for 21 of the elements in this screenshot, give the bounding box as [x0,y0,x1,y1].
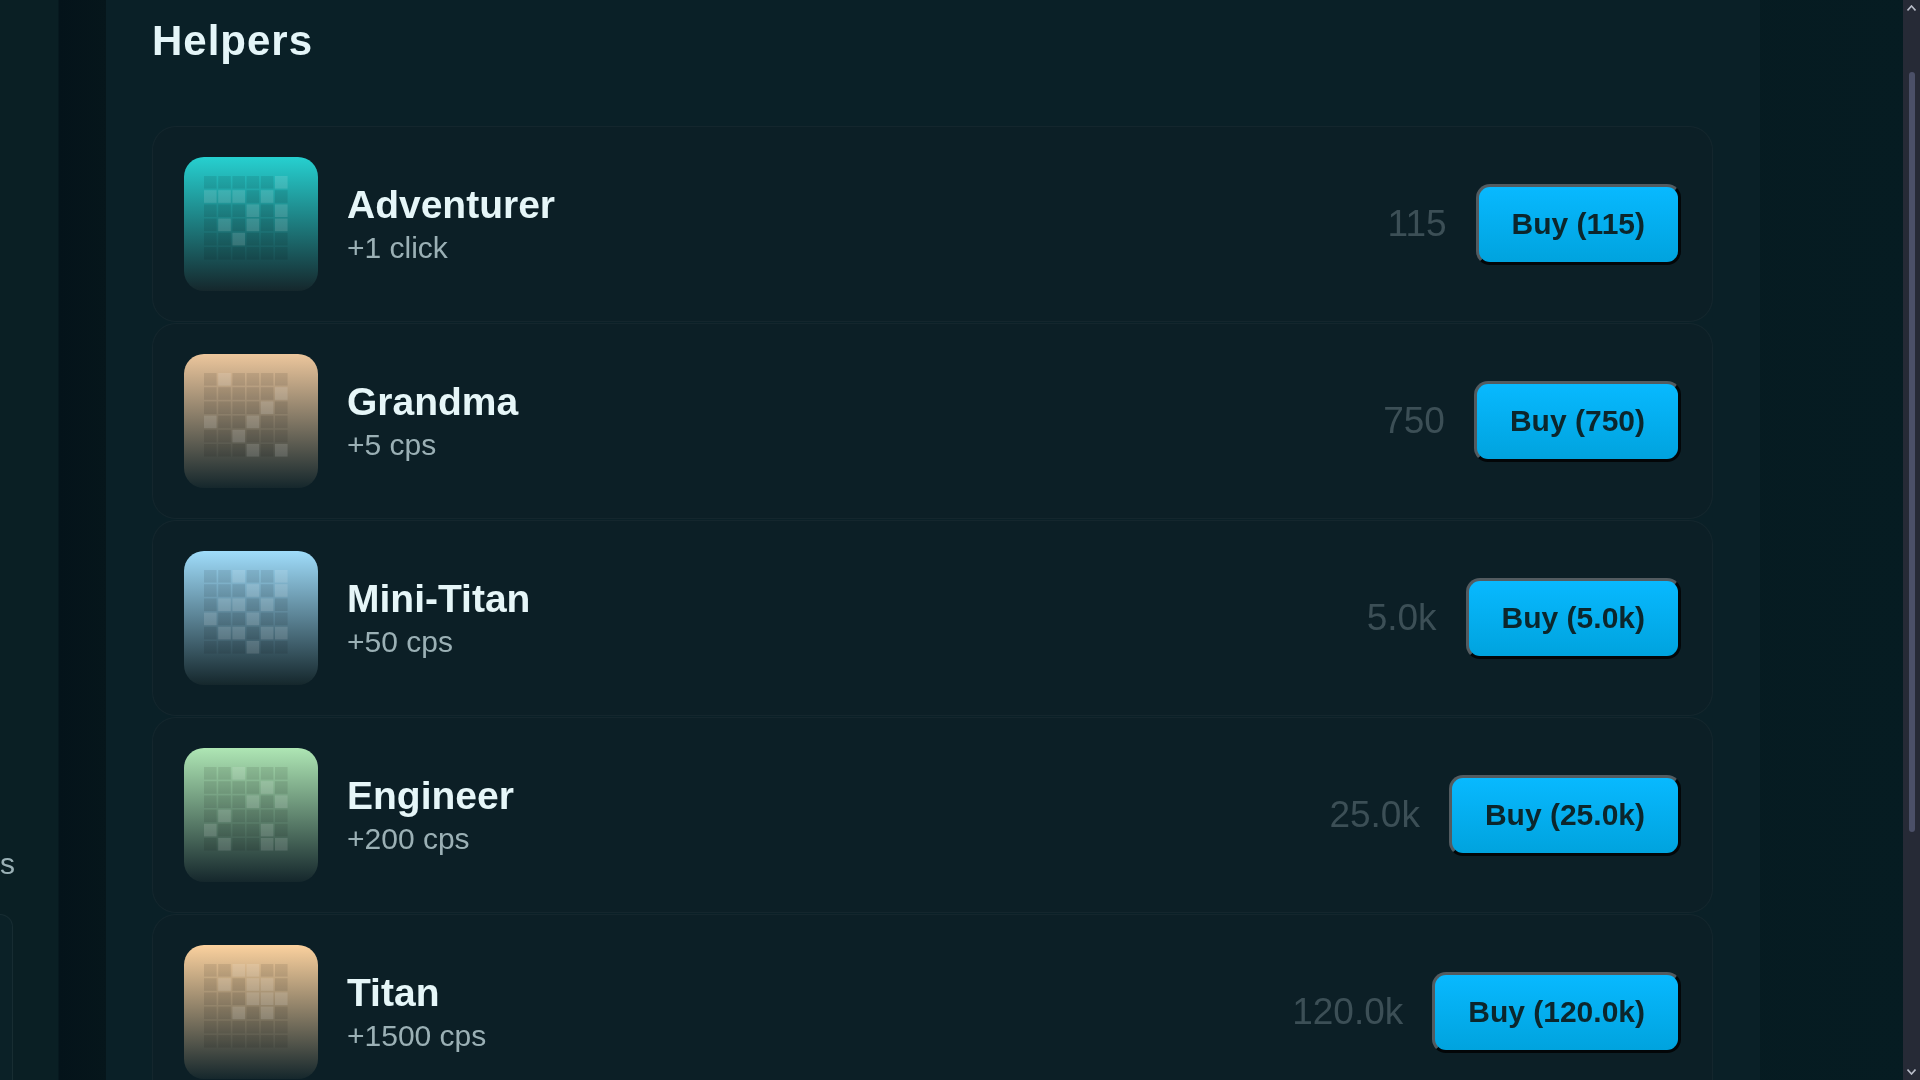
helper-effect: +5 cps [347,427,437,462]
buy-button[interactable]: Buy (120.0k) [1432,971,1681,1053]
helper-effect: +50 cps [347,624,453,659]
helper-effect: +1500 cps [347,1018,487,1053]
scroll-down-icon[interactable] [1907,1069,1916,1075]
buy-button[interactable]: Buy (115) [1475,183,1681,265]
helper-name: Grandma [347,380,519,423]
helper-name: Engineer [347,774,514,817]
helper-effect: +1 click [347,230,448,265]
scrollbar-thumb[interactable] [1908,72,1915,832]
helper-name: Adventurer [347,183,556,226]
buy-button[interactable]: Buy (5.0k) [1465,577,1681,659]
section-title: Helpers [152,16,314,66]
buy-button[interactable]: Buy (750) [1473,380,1681,462]
helper-effect: +200 cps [347,821,470,856]
helper-name: Mini-Titan [347,577,531,620]
sidebar-text: s [0,846,15,882]
helper-name: Titan [347,971,440,1014]
buy-button[interactable]: Buy (25.0k) [1448,774,1681,856]
scrollbar[interactable] [1903,0,1920,1080]
scroll-up-icon[interactable] [1907,5,1916,11]
